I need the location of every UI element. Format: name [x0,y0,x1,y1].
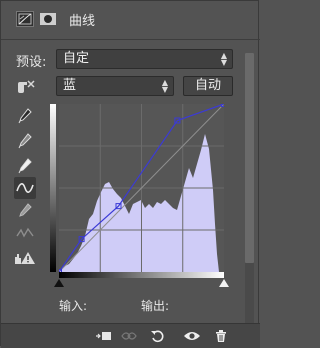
black-point-slider[interactable] [54,279,64,287]
white-point-slider[interactable] [219,279,229,287]
curves-adjustment-icon[interactable] [16,11,34,27]
panel-title: 曲线 [69,14,96,29]
preset-select-value: 自定 [63,51,90,66]
wave-glyph-icon [16,183,34,193]
eye-dim-glyph-icon [121,332,137,340]
curve-graph-svg [59,104,224,272]
toggle-visibility-icon[interactable] [181,326,203,346]
pencil-glyph-icon [19,203,32,217]
chevron-updown-icon: ▲ ▼ [161,78,168,94]
channel-select-value: 蓝 [63,78,77,93]
view-previous-state-icon[interactable] [119,326,141,346]
auto-button[interactable]: 自动 [183,76,233,96]
channel-select[interactable]: 蓝 ▲ ▼ [56,76,174,96]
smooth-icon[interactable] [14,222,36,244]
on-image-adjust-icon[interactable] [14,77,38,97]
output-label: 输出: [141,299,170,313]
white-point-eyedropper-icon[interactable] [14,155,36,177]
preset-label: 预设: [16,55,47,70]
input-label: 输入: [59,299,88,313]
delete-icon[interactable] [210,326,232,346]
panel-footer [1,323,260,348]
black-point-eyedropper-icon[interactable] [14,105,36,127]
eyedropper-glyph-icon [18,108,32,124]
curves-glyph-icon [18,13,32,25]
eyedropper-glyph-icon [18,133,32,149]
mask-glyph-icon [40,13,56,25]
histogram-warning-glyph-icon [15,252,35,264]
eye-glyph-icon [184,332,200,340]
panel-header: 曲线 [1,1,260,40]
clipping-warning-icon[interactable] [14,247,36,269]
eyedropper-glyph-icon [18,158,32,174]
curve-point-icon[interactable] [14,177,36,199]
smooth-glyph-icon [16,227,34,238]
preset-select[interactable]: 自定 ▲ ▼ [56,49,233,69]
curve-graph[interactable] [59,104,224,272]
chevron-updown-icon: ▲ ▼ [220,51,227,67]
reset-glyph-icon [151,330,164,343]
horizontal-gradient-bar [59,272,224,278]
mask-icon[interactable] [39,11,57,27]
scrollbar-thumb[interactable] [245,53,254,263]
trash-glyph-icon [216,330,226,342]
vertical-gradient-bar [50,104,56,272]
clip-to-layer-icon[interactable] [93,326,115,346]
reset-icon[interactable] [147,326,169,346]
hand-target-glyph-icon [18,80,35,93]
gray-point-eyedropper-icon[interactable] [14,130,36,152]
curves-properties-panel: 曲线 预设: 自定 ▲ ▼ 蓝 ▲ ▼ 自动 输入: 输出: [0,0,260,348]
pencil-draw-icon[interactable] [14,200,36,222]
clip-glyph-icon [96,332,111,340]
